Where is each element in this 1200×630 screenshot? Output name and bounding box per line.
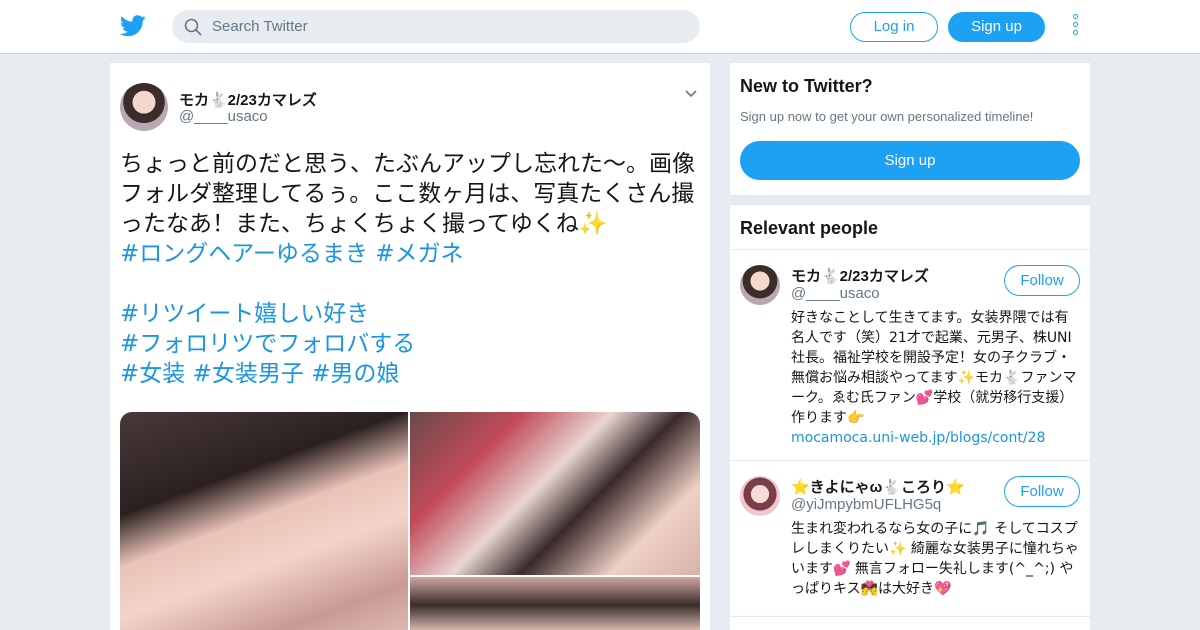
avatar[interactable] — [740, 265, 780, 305]
tweet-photo[interactable] — [410, 412, 700, 575]
vertical-dots-icon[interactable] — [1068, 14, 1082, 40]
tweet-photo[interactable] — [410, 577, 700, 630]
person-item: モカ🐇2/23カマレズ @____usaco Follow 好きなことして生きて… — [730, 265, 1090, 460]
search-icon — [184, 18, 202, 36]
avatar[interactable] — [120, 83, 168, 131]
search-input[interactable] — [212, 10, 682, 43]
person-bio: 好きなことして生きてます。女装界隈では有名人です（笑）21才で起業、元男子、株U… — [791, 308, 1081, 448]
signup-card-subtitle: Sign up now to get your own personalized… — [740, 109, 1034, 124]
divider — [730, 249, 1090, 250]
signup-card-button[interactable]: Sign up — [740, 141, 1080, 180]
hashtag-link[interactable]: #女装男子 — [193, 361, 304, 387]
person-bio: 生まれ変われるなら女の子に🎵 そしてコスプレしまくりたい✨ 綺麗な女装男子に憧れ… — [791, 519, 1081, 599]
person-display-name[interactable]: モカ🐇2/23カマレズ — [791, 265, 929, 286]
search-bar — [172, 10, 700, 43]
author-screen-name[interactable]: @____usaco — [179, 108, 268, 125]
signup-card: New to Twitter? Sign up now to get your … — [730, 63, 1090, 195]
signup-card-title: New to Twitter? — [740, 76, 873, 96]
hashtag-link[interactable]: #メガネ — [375, 241, 463, 267]
person-display-name[interactable]: ⭐きよにゃω🐇ころり⭐ — [791, 476, 965, 497]
person-item: ⭐きよにゃω🐇ころり⭐ @yiJmpybmUFLHG5q Follow 生まれ変… — [730, 476, 1090, 626]
person-bio-link[interactable]: mocamoca.uni-web.jp/blogs/cont/28 — [791, 428, 1081, 448]
divider — [730, 460, 1090, 461]
login-button[interactable]: Log in — [850, 12, 938, 42]
tweet-body: ちょっと前のだと思う、たぶんアップし忘れた〜。画像フォルダ整理してるぅ。ここ数ヶ… — [120, 151, 695, 237]
person-bio-text: 好きなことして生きてます。女装界隈では有名人です（笑）21才で起業、元男子、株U… — [791, 310, 1077, 426]
dot — [1072, 22, 1078, 27]
top-navigation-bar: Log in Sign up — [0, 0, 1200, 54]
hashtag-link[interactable]: #フォロリツでフォロバする — [120, 331, 415, 357]
relevant-people-card: Relevant people モカ🐇2/23カマレズ @____usaco F… — [730, 205, 1090, 630]
hashtag-link[interactable]: #男の娘 — [311, 361, 399, 387]
twitter-bird-icon[interactable] — [120, 14, 146, 38]
hashtag-link[interactable]: #ロングヘアーゆるまき — [120, 241, 368, 267]
person-bio-text: 生まれ変われるなら女の子に🎵 そしてコスプレしまくりたい✨ 綺麗な女装男子に憧れ… — [791, 521, 1079, 597]
tweet-media-grid — [120, 412, 700, 630]
hashtag-link[interactable]: #リツイート嬉しい好き — [120, 301, 369, 327]
follow-button[interactable]: Follow — [1004, 265, 1080, 296]
avatar[interactable] — [740, 476, 780, 516]
chevron-down-icon[interactable] — [684, 89, 698, 99]
relevant-people-title: Relevant people — [740, 218, 879, 238]
signup-button[interactable]: Sign up — [948, 12, 1045, 42]
tweet-photo[interactable] — [120, 412, 408, 630]
hashtag-link[interactable]: #女装 — [120, 361, 185, 387]
tweet-text: ちょっと前のだと思う、たぶんアップし忘れた〜。画像フォルダ整理してるぅ。ここ数ヶ… — [120, 149, 700, 389]
person-screen-name[interactable]: @yiJmpybmUFLHG5q — [791, 496, 941, 513]
dot — [1072, 30, 1078, 35]
author-display-name[interactable]: モカ🐇2/23カマレズ — [179, 89, 317, 110]
follow-button[interactable]: Follow — [1004, 476, 1080, 507]
dot — [1072, 14, 1078, 19]
tweet-card: モカ🐇2/23カマレズ @____usaco ちょっと前のだと思う、たぶんアップ… — [110, 63, 710, 630]
person-screen-name[interactable]: @____usaco — [791, 285, 880, 302]
divider — [730, 616, 1090, 617]
